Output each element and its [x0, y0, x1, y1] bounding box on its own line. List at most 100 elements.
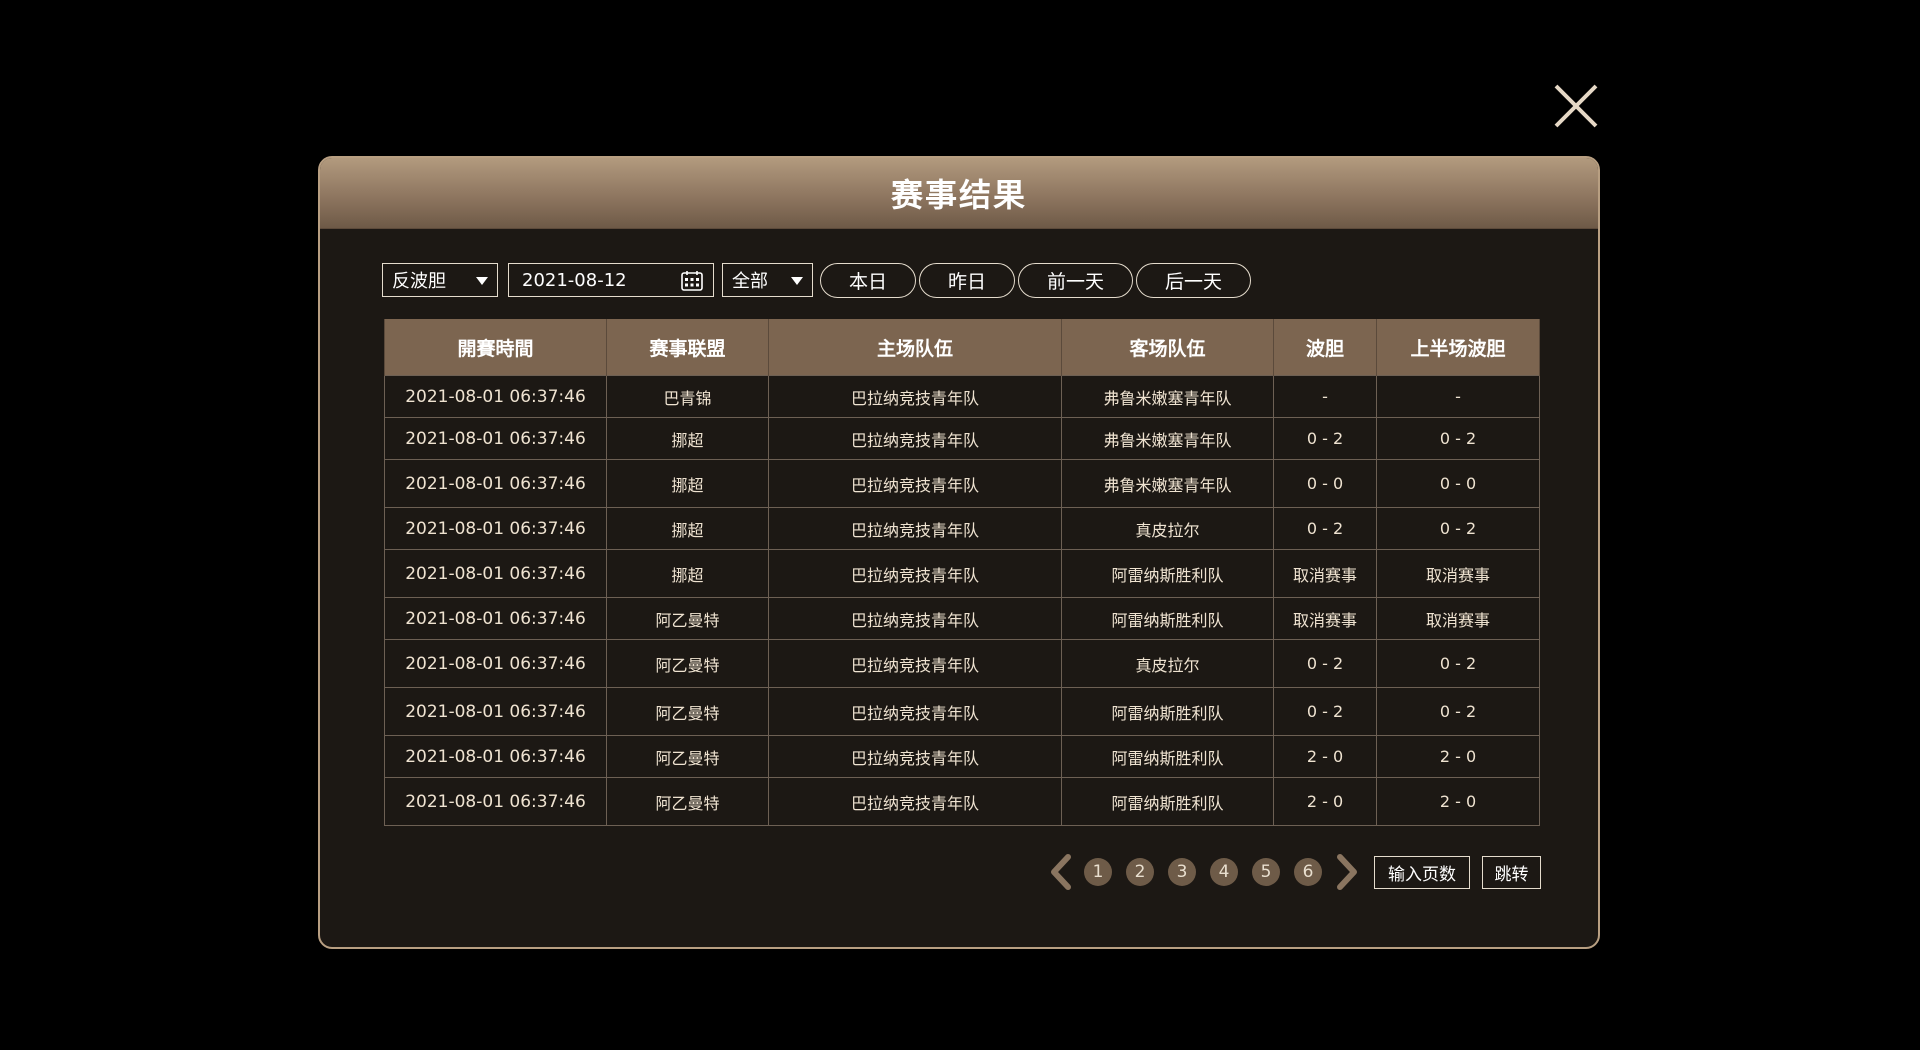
away-team-cell: 弗鲁米嫩塞青年队: [1061, 459, 1274, 508]
score-cell: -: [1273, 375, 1377, 418]
half-score-cell: 2 - 0: [1376, 777, 1540, 826]
column-header: 開賽時間: [384, 319, 607, 376]
score-cell: 0 - 0: [1273, 459, 1377, 508]
league-cell: 挪超: [606, 417, 769, 460]
calendar-icon[interactable]: [681, 270, 703, 291]
home-team-cell: 巴拉纳竞技青年队: [768, 375, 1062, 418]
kickoff-time-cell: 2021-08-01 06:37:46: [384, 597, 607, 640]
away-team-cell: 真皮拉尔: [1061, 639, 1274, 688]
table-row: 2021-08-01 06:37:46 阿乙曼特 巴拉纳竞技青年队 阿雷纳斯胜利…: [384, 735, 1540, 778]
kickoff-time-cell: 2021-08-01 06:37:46: [384, 375, 607, 418]
table-row: 2021-08-01 06:37:46 巴青锦 巴拉纳竞技青年队 弗鲁米嫩塞青年…: [384, 375, 1540, 418]
league-cell: 阿乙曼特: [606, 597, 769, 640]
away-team-cell: 阿雷纳斯胜利队: [1061, 687, 1274, 736]
away-team-cell: 阿雷纳斯胜利队: [1061, 549, 1274, 598]
close-icon: [1554, 84, 1598, 128]
table-row: 2021-08-01 06:37:46 阿乙曼特 巴拉纳竞技青年队 阿雷纳斯胜利…: [384, 597, 1540, 640]
table-row: 2021-08-01 06:37:46 阿乙曼特 巴拉纳竞技青年队 阿雷纳斯胜利…: [384, 777, 1540, 826]
table-row: 2021-08-01 06:37:46 挪超 巴拉纳竞技青年队 弗鲁米嫩塞青年队…: [384, 459, 1540, 508]
table-row: 2021-08-01 06:37:46 挪超 巴拉纳竞技青年队 真皮拉尔 0 -…: [384, 507, 1540, 550]
modal-header: 赛事结果: [320, 158, 1598, 229]
jump-button[interactable]: 跳转: [1482, 855, 1541, 889]
away-team-cell: 阿雷纳斯胜利队: [1061, 597, 1274, 640]
home-team-cell: 巴拉纳竞技青年队: [768, 459, 1062, 508]
page-button[interactable]: 5: [1252, 858, 1280, 886]
page-button[interactable]: 6: [1294, 858, 1322, 886]
league-cell: 巴青锦: [606, 375, 769, 418]
kickoff-time-cell: 2021-08-01 06:37:46: [384, 507, 607, 550]
table-row: 2021-08-01 06:37:46 阿乙曼特 巴拉纳竞技青年队 阿雷纳斯胜利…: [384, 687, 1540, 736]
date-value: 2021-08-12: [522, 269, 627, 291]
results-modal: 赛事结果 反波胆 2021-08-12 全部 本日 昨日 前一天 后一天 開賽時…: [318, 156, 1600, 949]
half-score-cell: -: [1376, 375, 1540, 418]
bet-type-select[interactable]: 反波胆: [382, 263, 498, 297]
league-cell: 阿乙曼特: [606, 687, 769, 736]
kickoff-time-cell: 2021-08-01 06:37:46: [384, 777, 607, 826]
caret-down-icon: [791, 277, 803, 285]
table-row: 2021-08-01 06:37:46 阿乙曼特 巴拉纳竞技青年队 真皮拉尔 0…: [384, 639, 1540, 688]
modal-title: 赛事结果: [890, 176, 1027, 214]
prev-day-button[interactable]: 前一天: [1018, 262, 1133, 298]
table-row: 2021-08-01 06:37:46 挪超 巴拉纳竞技青年队 阿雷纳斯胜利队 …: [384, 549, 1540, 598]
page-button[interactable]: 2: [1126, 858, 1154, 886]
chevron-right-icon[interactable]: [1334, 854, 1360, 890]
kickoff-time-cell: 2021-08-01 06:37:46: [384, 417, 607, 460]
score-cell: 0 - 2: [1273, 507, 1377, 550]
column-header: 主场队伍: [768, 319, 1062, 376]
table-row: 2021-08-01 06:37:46 挪超 巴拉纳竞技青年队 弗鲁米嫩塞青年队…: [384, 417, 1540, 460]
half-score-cell: 0 - 2: [1376, 417, 1540, 460]
page-button[interactable]: 1: [1084, 858, 1112, 886]
results-table: 開賽時間 赛事联盟 主场队伍 客场队伍 波胆 上半场波胆 2021-08-01 …: [384, 319, 1540, 826]
page-button[interactable]: 4: [1210, 858, 1238, 886]
score-cell: 0 - 2: [1273, 639, 1377, 688]
column-header: 客场队伍: [1061, 319, 1274, 376]
kickoff-time-cell: 2021-08-01 06:37:46: [384, 687, 607, 736]
league-cell: 挪超: [606, 549, 769, 598]
home-team-cell: 巴拉纳竞技青年队: [768, 549, 1062, 598]
score-cell: 2 - 0: [1273, 735, 1377, 778]
score-cell: 取消赛事: [1273, 549, 1377, 598]
score-cell: 0 - 2: [1273, 687, 1377, 736]
away-team-cell: 阿雷纳斯胜利队: [1061, 777, 1274, 826]
league-cell: 阿乙曼特: [606, 639, 769, 688]
kickoff-time-cell: 2021-08-01 06:37:46: [384, 639, 607, 688]
away-team-cell: 弗鲁米嫩塞青年队: [1061, 375, 1274, 418]
chevron-left-icon[interactable]: [1048, 854, 1074, 890]
half-score-cell: 0 - 2: [1376, 687, 1540, 736]
home-team-cell: 巴拉纳竞技青年队: [768, 507, 1062, 550]
filter-toolbar: 反波胆 2021-08-12 全部 本日 昨日 前一天 后一天: [382, 262, 1251, 298]
table-header-row: 開賽時間 赛事联盟 主场队伍 客场队伍 波胆 上半场波胆: [384, 319, 1540, 376]
score-cell: 0 - 2: [1273, 417, 1377, 460]
half-score-cell: 0 - 0: [1376, 459, 1540, 508]
half-score-cell: 0 - 2: [1376, 639, 1540, 688]
league-cell: 阿乙曼特: [606, 777, 769, 826]
score-cell: 取消赛事: [1273, 597, 1377, 640]
column-header: 赛事联盟: [606, 319, 769, 376]
away-team-cell: 真皮拉尔: [1061, 507, 1274, 550]
page-number-input[interactable]: 输入页数: [1374, 855, 1470, 889]
page-button[interactable]: 3: [1168, 858, 1196, 886]
kickoff-time-cell: 2021-08-01 06:37:46: [384, 459, 607, 508]
column-header: 波胆: [1273, 319, 1377, 376]
score-cell: 2 - 0: [1273, 777, 1377, 826]
half-score-cell: 取消赛事: [1376, 549, 1540, 598]
column-header: 上半场波胆: [1376, 319, 1540, 376]
league-cell: 挪超: [606, 507, 769, 550]
half-score-cell: 0 - 2: [1376, 507, 1540, 550]
league-cell: 阿乙曼特: [606, 735, 769, 778]
home-team-cell: 巴拉纳竞技青年队: [768, 639, 1062, 688]
home-team-cell: 巴拉纳竞技青年队: [768, 735, 1062, 778]
caret-down-icon: [476, 277, 488, 285]
home-team-cell: 巴拉纳竞技青年队: [768, 777, 1062, 826]
bet-type-value: 反波胆: [392, 271, 446, 292]
date-input[interactable]: 2021-08-12: [508, 263, 714, 297]
next-day-button[interactable]: 后一天: [1136, 262, 1251, 298]
yesterday-button[interactable]: 昨日: [919, 262, 1015, 298]
today-button[interactable]: 本日: [820, 262, 916, 298]
pagination: 1 2 3 4 5 6 输入页数 跳转: [1048, 854, 1541, 890]
scope-select[interactable]: 全部: [722, 263, 813, 297]
close-button[interactable]: [1551, 81, 1601, 131]
home-team-cell: 巴拉纳竞技青年队: [768, 597, 1062, 640]
league-cell: 挪超: [606, 459, 769, 508]
scope-value: 全部: [732, 271, 768, 292]
